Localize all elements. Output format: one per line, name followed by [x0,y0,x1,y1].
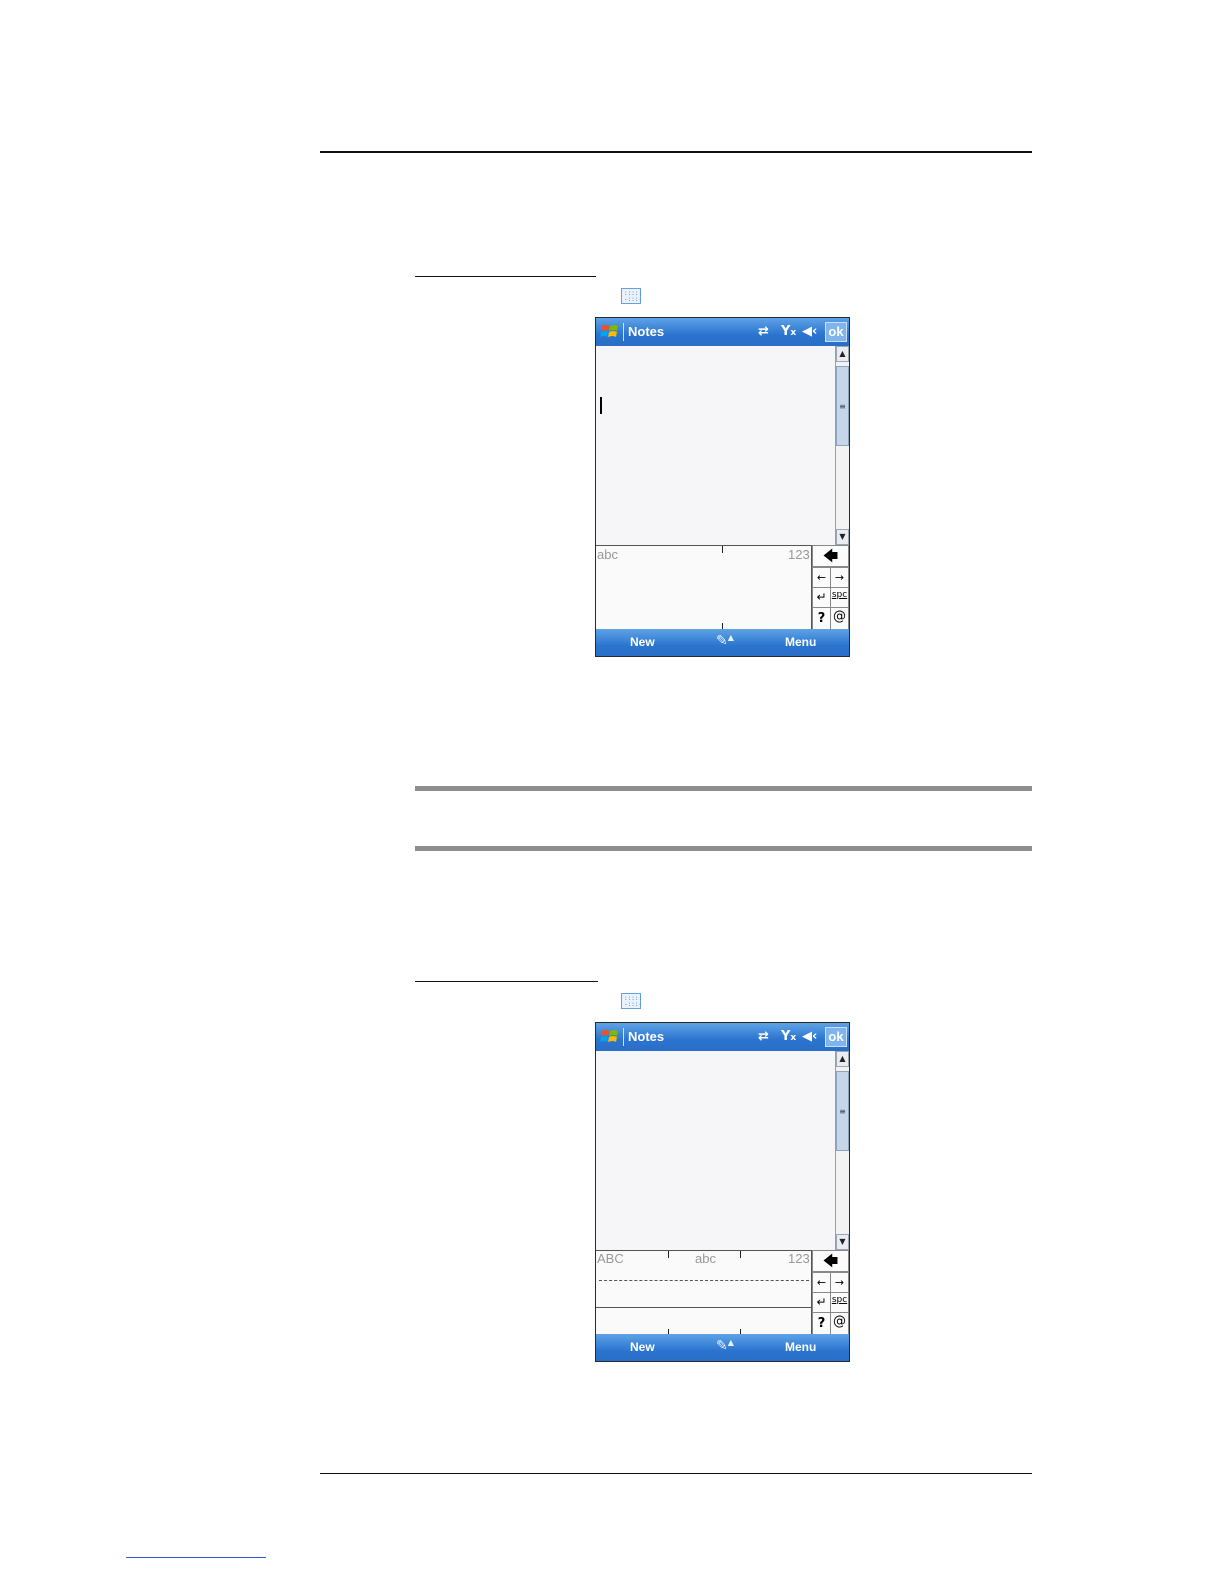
speaker-icon[interactable]: ◀‹ [802,324,817,339]
app-title: Notes [628,1029,665,1044]
new-menu-button[interactable]: New [630,635,655,649]
uppercase-label: ABC [597,1251,624,1266]
scroll-down-button[interactable]: ▼ [836,1234,849,1250]
scroll-up-button[interactable]: ▲ [836,1051,849,1067]
symbols-key[interactable]: @ [830,607,849,630]
enter-key[interactable]: ↵ [812,587,831,608]
vertical-scrollbar[interactable]: ▲ ≡ ▼ [835,1051,849,1250]
recognizer-keys: 🡄 ← → ↵ spc ? @ [811,545,849,630]
title-bar: Notes ⇄ Yx ◀‹ ok [596,1023,849,1051]
keyboard-icon: ::::: -:::- [621,288,642,304]
menu-button[interactable]: Menu [785,635,816,649]
space-key[interactable]: spc [830,1292,849,1313]
device-screenshot-2: Notes ⇄ Yx ◀‹ ok ▲ ≡ ▼ ABC abc 123 🡄 ← →… [595,1022,850,1362]
sync-arrows-icon[interactable]: ⇄ [758,1029,769,1044]
number-label: 123 [788,547,810,562]
section-underline-1 [415,276,596,277]
windows-logo-icon[interactable] [600,322,620,342]
scroll-thumb[interactable]: ≡ [836,1071,849,1151]
footer-rule [320,1473,1032,1474]
left-arrow-key[interactable]: ← [812,567,831,588]
app-title: Notes [628,324,665,339]
scroll-thumb[interactable]: ≡ [836,366,849,446]
space-key[interactable]: spc [830,587,849,608]
ok-button[interactable]: ok [825,322,847,342]
no-signal-icon[interactable]: Yx [781,1029,796,1044]
right-arrow-key[interactable]: → [830,1272,849,1293]
backspace-key[interactable]: 🡄 [812,545,849,567]
enter-key[interactable]: ↵ [812,1292,831,1313]
menu-button[interactable]: Menu [785,1340,816,1354]
ok-button[interactable]: ok [825,1027,847,1047]
help-key[interactable]: ? [812,607,831,630]
header-rule [320,151,1032,153]
windows-logo-icon[interactable] [600,1027,620,1047]
pen-input-icon[interactable]: ✎▲ [716,633,746,653]
new-menu-button[interactable]: New [630,1340,655,1354]
divider-tick [740,1251,741,1258]
title-separator [623,1028,624,1046]
baseline-solid [596,1307,811,1308]
abc-label: abc [597,547,618,562]
vertical-scrollbar[interactable]: ▲ ≡ ▼ [835,346,849,545]
divider-tick-top [722,546,723,553]
sync-arrows-icon[interactable]: ⇄ [758,324,769,339]
title-separator [623,323,624,341]
recognizer-keys: 🡄 ← → ↵ spc ? @ [811,1250,849,1335]
menu-bar: New ✎▲ Menu [596,629,849,656]
left-arrow-key[interactable]: ← [812,1272,831,1293]
note-rule-bottom [415,846,1032,851]
scroll-up-button[interactable]: ▲ [836,346,849,362]
note-rule-top [415,786,1032,791]
text-caret [600,397,602,414]
divider-tick [668,1251,669,1258]
pen-input-icon[interactable]: ✎▲ [716,1338,746,1358]
backspace-key[interactable]: 🡄 [812,1250,849,1272]
keyboard-icon-2: ::::: -:::- [621,993,642,1009]
number-label: 123 [788,1251,810,1266]
right-arrow-key[interactable]: → [830,567,849,588]
lowercase-label: abc [695,1251,716,1266]
title-bar: Notes ⇄ Yx ◀‹ ok [596,318,849,346]
section-underline-2 [415,981,598,982]
note-text-area[interactable] [596,1051,835,1250]
baseline-dashed [599,1280,809,1281]
block-recognizer-panel[interactable]: ABC abc 123 [596,1250,811,1336]
letter-recognizer-panel[interactable]: abc 123 [596,545,811,630]
menu-bar: New ✎▲ Menu [596,1334,849,1361]
speaker-icon[interactable]: ◀‹ [802,1029,817,1044]
help-key[interactable]: ? [812,1312,831,1335]
no-signal-icon[interactable]: Yx [781,324,796,339]
symbols-key[interactable]: @ [830,1312,849,1335]
scroll-down-button[interactable]: ▼ [836,529,849,545]
footer-link-underline[interactable] [126,1557,266,1558]
device-screenshot-1: Notes ⇄ Yx ◀‹ ok ▲ ≡ ▼ abc 123 🡄 ← → ↵ s… [595,317,850,657]
note-text-area[interactable] [596,346,835,545]
